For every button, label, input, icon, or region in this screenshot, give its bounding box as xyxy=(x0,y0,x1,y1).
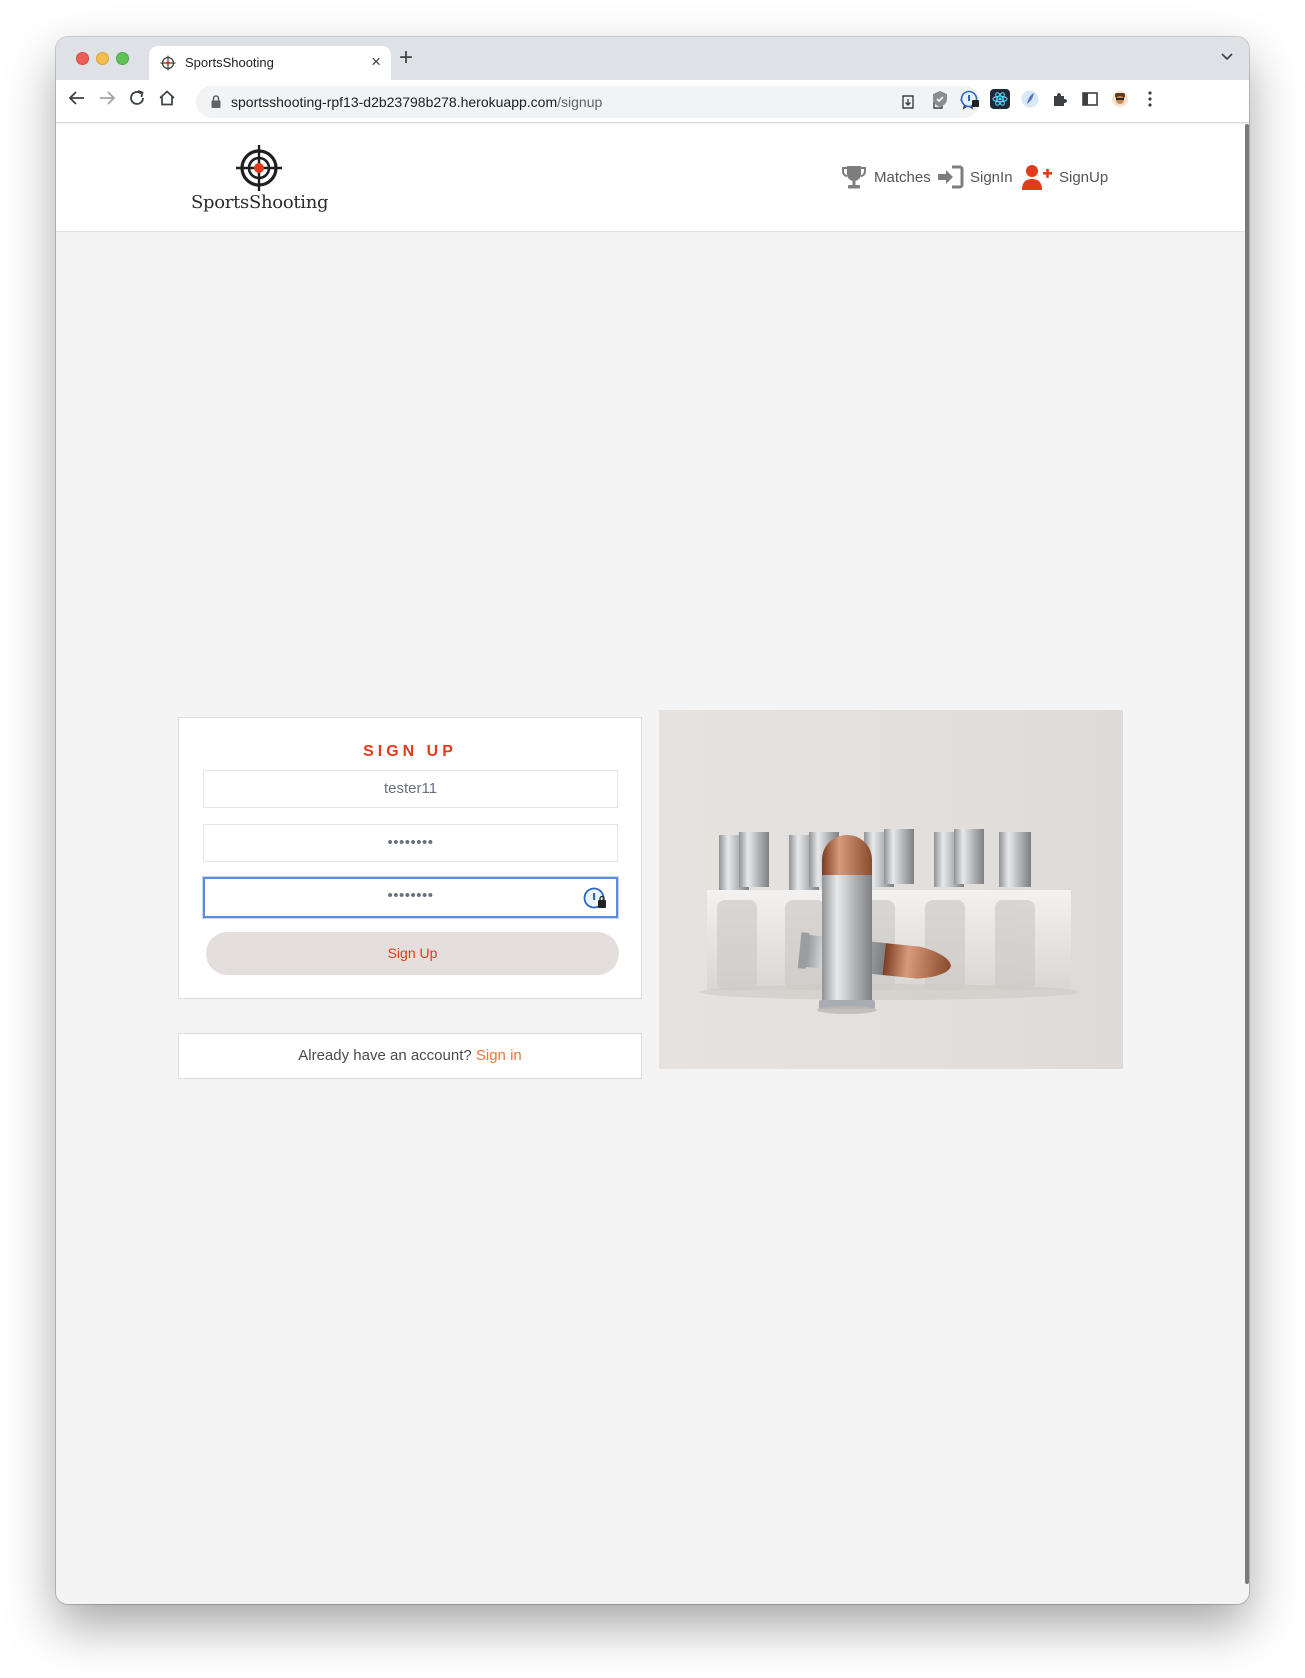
nav-matches-link[interactable]: Matches xyxy=(840,162,931,192)
nav-signup-label: SignUp xyxy=(1059,168,1109,186)
home-icon[interactable] xyxy=(155,89,179,113)
signup-title: SIGN UP xyxy=(363,743,457,760)
puzzle-extensions-icon[interactable] xyxy=(1050,89,1070,109)
lock-icon xyxy=(211,95,221,108)
tab-search-chevron-icon[interactable] xyxy=(1221,50,1233,64)
logo-text: SportsShooting xyxy=(191,192,329,213)
sign-in-icon xyxy=(938,165,964,189)
install-app-icon[interactable] xyxy=(900,94,916,110)
tab-close-icon[interactable]: × xyxy=(371,52,381,72)
password-manager-fill-icon[interactable] xyxy=(583,886,607,910)
site-header: SportsShooting Matches SignIn SignUp xyxy=(56,124,1245,232)
nav-signin-label: SignIn xyxy=(970,168,1013,186)
password-manager-extension-icon[interactable] xyxy=(960,89,980,109)
signup-card: SIGN UP tester11 •••••••• •••••••• Sign … xyxy=(178,717,642,999)
user-plus-icon xyxy=(1022,165,1052,190)
back-arrow-icon[interactable] xyxy=(65,89,89,113)
signin-prompt-box: Already have an account? Sign in xyxy=(178,1033,642,1079)
maximize-window-button[interactable] xyxy=(116,52,129,65)
browser-tab[interactable]: SportsShooting × xyxy=(149,46,391,80)
tab-bar: SportsShooting × + xyxy=(56,37,1249,80)
address-bar[interactable]: sportsshooting-rpf13-d2b23798b278.heroku… xyxy=(196,86,980,118)
page-scrollbar[interactable] xyxy=(1245,124,1249,1584)
url-text: sportsshooting-rpf13-d2b23798b278.heroku… xyxy=(231,94,603,110)
browser-window: SportsShooting × + sportsshooting-rpf13-… xyxy=(56,37,1249,1604)
feather-extension-icon[interactable] xyxy=(1020,89,1040,109)
signin-prompt-text: Already have an account? xyxy=(298,1047,472,1064)
bullets-illustration xyxy=(699,829,1079,1014)
crosshair-logo-icon xyxy=(236,145,282,191)
minimize-window-button[interactable] xyxy=(96,52,109,65)
tab-title: SportsShooting xyxy=(185,55,274,70)
signin-link[interactable]: Sign in xyxy=(476,1047,522,1064)
profile-avatar-icon[interactable] xyxy=(1110,89,1130,109)
username-input[interactable]: tester11 xyxy=(203,770,618,808)
react-devtools-extension-icon[interactable] xyxy=(990,89,1010,109)
site-logo[interactable]: SportsShooting xyxy=(191,144,329,216)
kebab-menu-icon[interactable] xyxy=(1140,89,1160,109)
ammunition-hero-image xyxy=(659,710,1123,1069)
close-window-button[interactable] xyxy=(76,52,89,65)
nav-signup-link[interactable]: SignUp xyxy=(1021,162,1108,192)
trophy-icon xyxy=(842,166,866,189)
page-viewport: SportsShooting Matches SignIn SignUp SIG… xyxy=(56,124,1245,1604)
new-tab-button[interactable]: + xyxy=(399,45,413,71)
password-input[interactable]: •••••••• xyxy=(203,824,618,862)
crosshair-favicon-icon xyxy=(160,55,176,71)
side-panel-icon[interactable] xyxy=(1080,89,1100,109)
confirm-password-input[interactable]: •••••••• xyxy=(203,877,618,918)
nav-matches-label: Matches xyxy=(874,168,931,186)
shield-extension-icon[interactable] xyxy=(930,89,950,109)
reload-icon[interactable] xyxy=(125,89,149,113)
signup-button[interactable]: Sign Up xyxy=(206,932,619,975)
forward-arrow-icon[interactable] xyxy=(95,89,119,113)
nav-signin-link[interactable]: SignIn xyxy=(936,162,1013,192)
browser-toolbar: sportsshooting-rpf13-d2b23798b278.heroku… xyxy=(56,80,1249,123)
